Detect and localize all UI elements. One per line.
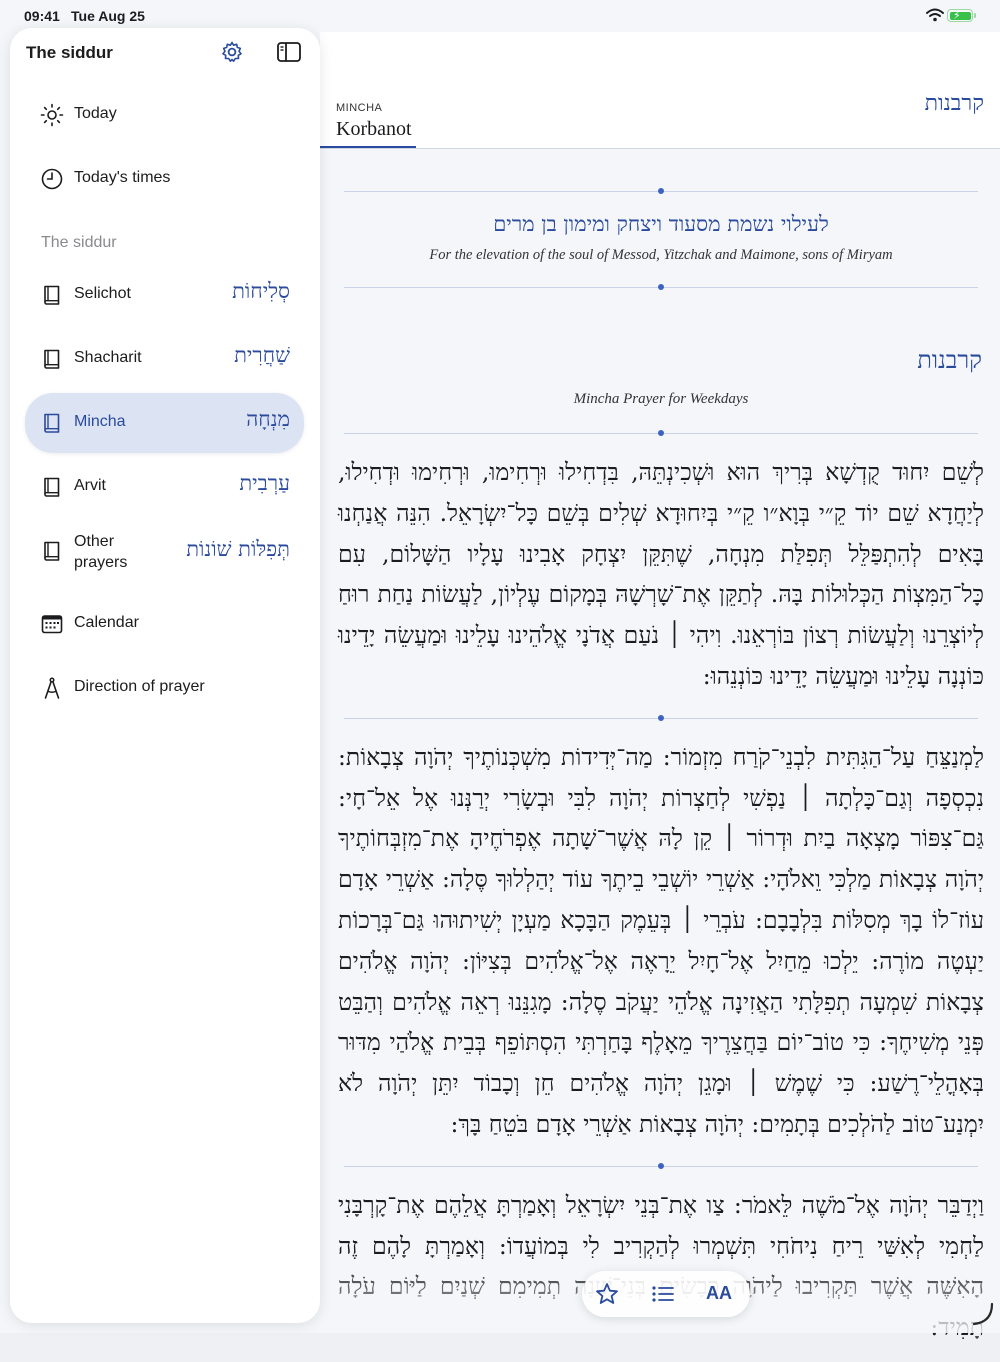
page-title[interactable]: Korbanot [336, 118, 412, 141]
book-icon [44, 349, 60, 369]
list-icon[interactable] [650, 1282, 676, 1306]
sidebar-item-hebrew: מִנְחָה [246, 407, 290, 431]
sidebar-item-hebrew: תְּפִלּוֹת שׁוֹנוֹת [186, 537, 290, 561]
sidebar-item-mincha[interactable]: Mincha מִנְחָה [25, 393, 304, 453]
sidebar-item-direction[interactable]: Direction of prayer [25, 658, 304, 718]
reader-header: MINCHA Korbanot קרבנות [320, 32, 1000, 149]
prayer-paragraph: לַמְנַצֵּחַ עַל־הַגִּתִּית לִבְנֵי־קֹרַח… [338, 742, 984, 1138]
book-icon [44, 285, 60, 305]
sun-icon [40, 103, 64, 127]
sidebar-item-label: Other prayers [74, 533, 128, 571]
sidebar-item-today[interactable]: Today [25, 85, 304, 145]
charging-icon: ⚡ [953, 10, 961, 22]
hebrew-page-title: קרבנות [924, 91, 984, 116]
sidebar-item-selichot[interactable]: Selichot סְלִיחוֹת [25, 265, 304, 325]
sidebar-item-label: Today's times [74, 169, 171, 186]
sidebar-toggle-icon[interactable] [277, 42, 301, 62]
sidebar-title: The siddur [26, 43, 113, 62]
ornament-divider [336, 280, 986, 294]
sidebar-item-label: Direction of prayer [74, 678, 205, 695]
ornament-divider [336, 426, 986, 440]
sidebar-item-hebrew: סְלִיחוֹת [232, 279, 290, 303]
dedication-english: For the elevation of the soul of Messod,… [429, 247, 893, 263]
section-title-hebrew: קרבנות [917, 346, 982, 374]
resize-handle-icon[interactable] [968, 1300, 994, 1326]
dedication-hebrew: לעילוי נשמת מסעוד ויצחק ומימון בן מרים [493, 212, 829, 236]
gear-icon[interactable] [220, 40, 244, 64]
sidebar-item-other-prayers[interactable]: Other prayers תְּפִלּוֹת שׁוֹנוֹת [25, 521, 304, 583]
ornament-divider [336, 711, 986, 725]
ornament-divider [336, 1159, 986, 1173]
sidebar-item-hebrew: עַרְבִית [239, 471, 290, 495]
wifi-icon [926, 8, 944, 22]
sidebar-item-arvit[interactable]: Arvit עַרְבִית [25, 457, 304, 517]
sidebar-item-label: Today [74, 105, 117, 122]
sidebar-item-label: Selichot [74, 285, 131, 302]
status-date: Tue Aug 25 [71, 8, 145, 24]
sidebar-section-label: The siddur [41, 234, 117, 251]
compass-icon [44, 677, 60, 699]
book-icon [44, 413, 60, 433]
service-kicker: MINCHA [336, 102, 383, 114]
sidebar-item-label: Mincha [74, 413, 126, 430]
section-subtitle: Mincha Prayer for Weekdays [573, 391, 749, 407]
sidebar-item-calendar[interactable]: Calendar [25, 594, 304, 654]
sidebar-item-hebrew: שַׁחֲרִית [234, 343, 290, 367]
sidebar: The siddur Today Today's times The siddu… [10, 28, 320, 1323]
calendar-icon [41, 615, 63, 634]
clock-icon [41, 168, 63, 190]
book-icon [44, 541, 60, 561]
sidebar-item-label: Shacharit [74, 349, 142, 366]
sidebar-item-label: Calendar [74, 614, 139, 631]
book-icon [44, 477, 60, 497]
sidebar-item-shacharit[interactable]: Shacharit שַׁחֲרִית [25, 329, 304, 389]
header-divider [320, 148, 1000, 149]
prayer-paragraph: לְשֵׁם יִחוּד קֻדְשָׁא בְּרִיךְ הוּא וּש… [338, 458, 984, 690]
text-size-button[interactable]: AA [706, 1283, 732, 1307]
star-icon[interactable] [594, 1282, 620, 1306]
sidebar-item-label: Arvit [74, 477, 106, 494]
sidebar-item-todays-times[interactable]: Today's times [25, 149, 304, 209]
prayer-content[interactable]: לעילוי נשמת מסעוד ויצחק ומימון בן מרים F… [336, 150, 986, 1362]
reader-toolbar: AA [582, 1271, 750, 1317]
ornament-divider [336, 184, 986, 198]
status-time: 09:41 [24, 8, 60, 24]
